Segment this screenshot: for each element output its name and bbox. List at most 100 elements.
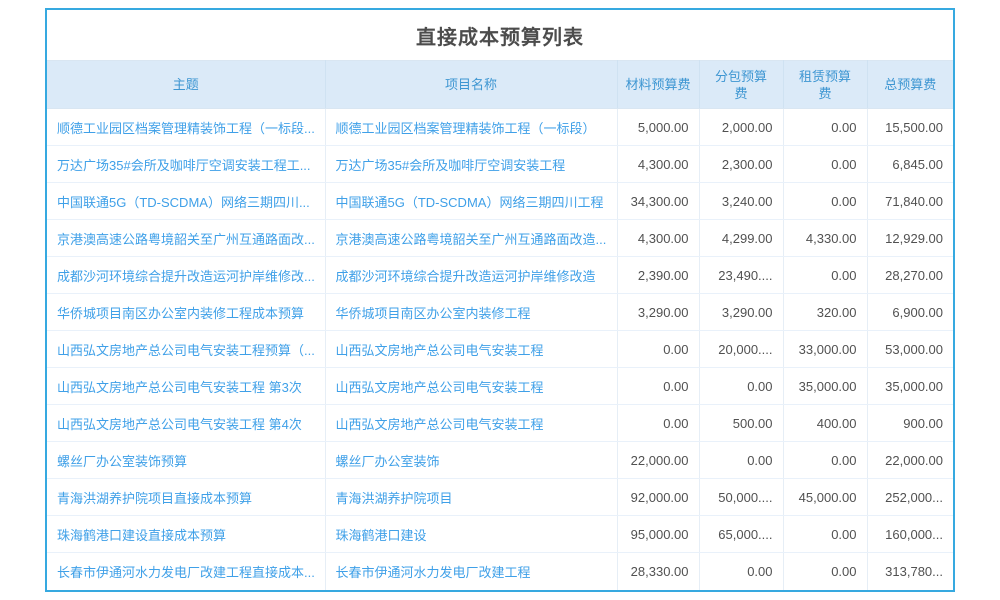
subject-cell[interactable]: 山西弘文房地产总公司电气安装工程预算（... xyxy=(47,331,325,368)
subject-cell[interactable]: 珠海鹤港口建设直接成本预算 xyxy=(47,516,325,553)
project-cell[interactable]: 顺德工业园区档案管理精装饰工程（一标段） xyxy=(325,109,617,146)
material-cell: 34,300.00 xyxy=(617,183,699,220)
project-cell[interactable]: 长春市伊通河水力发电厂改建工程 xyxy=(325,553,617,590)
total-cell: 160,000... xyxy=(867,516,953,553)
project-cell[interactable]: 成都沙河环境综合提升改造运河护岸维修改造 xyxy=(325,257,617,294)
subject-cell[interactable]: 顺德工业园区档案管理精装饰工程（一标段... xyxy=(47,109,325,146)
total-cell: 6,900.00 xyxy=(867,294,953,331)
title-bar: 直接成本预算列表 xyxy=(47,10,953,60)
table-row: 成都沙河环境综合提升改造运河护岸维修改...成都沙河环境综合提升改造运河护岸维修… xyxy=(47,257,953,294)
project-cell[interactable]: 中国联通5G（TD-SCDMA）网络三期四川工程 xyxy=(325,183,617,220)
subcontract-cell: 0.00 xyxy=(699,553,783,590)
material-cell: 0.00 xyxy=(617,405,699,442)
total-cell: 71,840.00 xyxy=(867,183,953,220)
column-header-lease: 租赁预算 费 xyxy=(783,61,867,109)
table-row: 珠海鹤港口建设直接成本预算珠海鹤港口建设95,000.0065,000....0… xyxy=(47,516,953,553)
total-cell: 313,780... xyxy=(867,553,953,590)
column-header-subject: 主题 xyxy=(47,61,325,109)
material-cell: 4,300.00 xyxy=(617,220,699,257)
material-cell: 22,000.00 xyxy=(617,442,699,479)
total-cell: 12,929.00 xyxy=(867,220,953,257)
subcontract-cell: 2,300.00 xyxy=(699,146,783,183)
lease-cell: 400.00 xyxy=(783,405,867,442)
table-row: 顺德工业园区档案管理精装饰工程（一标段...顺德工业园区档案管理精装饰工程（一标… xyxy=(47,109,953,146)
material-cell: 92,000.00 xyxy=(617,479,699,516)
table-row: 山西弘文房地产总公司电气安装工程 第4次山西弘文房地产总公司电气安装工程0.00… xyxy=(47,405,953,442)
project-cell[interactable]: 珠海鹤港口建设 xyxy=(325,516,617,553)
subcontract-cell: 2,000.00 xyxy=(699,109,783,146)
table-row: 山西弘文房地产总公司电气安装工程 第3次山西弘文房地产总公司电气安装工程0.00… xyxy=(47,368,953,405)
subject-cell[interactable]: 万达广场35#会所及咖啡厅空调安装工程工... xyxy=(47,146,325,183)
subject-cell[interactable]: 成都沙河环境综合提升改造运河护岸维修改... xyxy=(47,257,325,294)
lease-cell: 320.00 xyxy=(783,294,867,331)
subcontract-cell: 23,490.... xyxy=(699,257,783,294)
material-cell: 5,000.00 xyxy=(617,109,699,146)
lease-cell: 4,330.00 xyxy=(783,220,867,257)
lease-cell: 0.00 xyxy=(783,146,867,183)
subject-cell[interactable]: 华侨城项目南区办公室内装修工程成本预算 xyxy=(47,294,325,331)
lease-cell: 0.00 xyxy=(783,183,867,220)
lease-cell: 0.00 xyxy=(783,109,867,146)
material-cell: 3,290.00 xyxy=(617,294,699,331)
lease-cell: 35,000.00 xyxy=(783,368,867,405)
lease-cell: 0.00 xyxy=(783,553,867,590)
column-header-subcontract: 分包预算 费 xyxy=(699,61,783,109)
table-header: 主题项目名称材料预算费分包预算 费租赁预算 费总预算费 xyxy=(47,61,953,109)
subcontract-cell: 4,299.00 xyxy=(699,220,783,257)
table-row: 中国联通5G（TD-SCDMA）网络三期四川...中国联通5G（TD-SCDMA… xyxy=(47,183,953,220)
column-header-total: 总预算费 xyxy=(867,61,953,109)
material-cell: 28,330.00 xyxy=(617,553,699,590)
subcontract-cell: 65,000.... xyxy=(699,516,783,553)
project-cell[interactable]: 山西弘文房地产总公司电气安装工程 xyxy=(325,405,617,442)
subject-cell[interactable]: 山西弘文房地产总公司电气安装工程 第3次 xyxy=(47,368,325,405)
project-cell[interactable]: 青海洪湖养护院项目 xyxy=(325,479,617,516)
subject-cell[interactable]: 山西弘文房地产总公司电气安装工程 第4次 xyxy=(47,405,325,442)
material-cell: 0.00 xyxy=(617,368,699,405)
budget-list-panel: 直接成本预算列表 主题项目名称材料预算费分包预算 费租赁预算 费总预算费 顺德工… xyxy=(45,8,955,592)
total-cell: 252,000... xyxy=(867,479,953,516)
table-row: 万达广场35#会所及咖啡厅空调安装工程工...万达广场35#会所及咖啡厅空调安装… xyxy=(47,146,953,183)
lease-cell: 45,000.00 xyxy=(783,479,867,516)
total-cell: 22,000.00 xyxy=(867,442,953,479)
total-cell: 15,500.00 xyxy=(867,109,953,146)
page-title: 直接成本预算列表 xyxy=(416,21,584,50)
total-cell: 900.00 xyxy=(867,405,953,442)
subject-cell[interactable]: 京港澳高速公路粤境韶关至广州互通路面改... xyxy=(47,220,325,257)
project-cell[interactable]: 山西弘文房地产总公司电气安装工程 xyxy=(325,331,617,368)
column-header-material: 材料预算费 xyxy=(617,61,699,109)
material-cell: 2,390.00 xyxy=(617,257,699,294)
total-cell: 35,000.00 xyxy=(867,368,953,405)
project-cell[interactable]: 万达广场35#会所及咖啡厅空调安装工程 xyxy=(325,146,617,183)
lease-cell: 0.00 xyxy=(783,442,867,479)
project-cell[interactable]: 螺丝厂办公室装饰 xyxy=(325,442,617,479)
subcontract-cell: 50,000.... xyxy=(699,479,783,516)
table-body: 顺德工业园区档案管理精装饰工程（一标段...顺德工业园区档案管理精装饰工程（一标… xyxy=(47,109,953,590)
budget-table: 主题项目名称材料预算费分包预算 费租赁预算 费总预算费 顺德工业园区档案管理精装… xyxy=(47,60,953,590)
table-row: 螺丝厂办公室装饰预算螺丝厂办公室装饰22,000.000.000.0022,00… xyxy=(47,442,953,479)
project-cell[interactable]: 山西弘文房地产总公司电气安装工程 xyxy=(325,368,617,405)
subcontract-cell: 0.00 xyxy=(699,442,783,479)
subject-cell[interactable]: 青海洪湖养护院项目直接成本预算 xyxy=(47,479,325,516)
subcontract-cell: 0.00 xyxy=(699,368,783,405)
project-cell[interactable]: 京港澳高速公路粤境韶关至广州互通路面改造... xyxy=(325,220,617,257)
subcontract-cell: 3,240.00 xyxy=(699,183,783,220)
table-header-row: 主题项目名称材料预算费分包预算 费租赁预算 费总预算费 xyxy=(47,61,953,109)
lease-cell: 33,000.00 xyxy=(783,331,867,368)
table-row: 长春市伊通河水力发电厂改建工程直接成本...长春市伊通河水力发电厂改建工程28,… xyxy=(47,553,953,590)
table-row: 华侨城项目南区办公室内装修工程成本预算华侨城项目南区办公室内装修工程3,290.… xyxy=(47,294,953,331)
project-cell[interactable]: 华侨城项目南区办公室内装修工程 xyxy=(325,294,617,331)
table-row: 京港澳高速公路粤境韶关至广州互通路面改...京港澳高速公路粤境韶关至广州互通路面… xyxy=(47,220,953,257)
total-cell: 28,270.00 xyxy=(867,257,953,294)
material-cell: 95,000.00 xyxy=(617,516,699,553)
subject-cell[interactable]: 长春市伊通河水力发电厂改建工程直接成本... xyxy=(47,553,325,590)
lease-cell: 0.00 xyxy=(783,516,867,553)
material-cell: 0.00 xyxy=(617,331,699,368)
column-header-project: 项目名称 xyxy=(325,61,617,109)
subject-cell[interactable]: 中国联通5G（TD-SCDMA）网络三期四川... xyxy=(47,183,325,220)
total-cell: 6,845.00 xyxy=(867,146,953,183)
subject-cell[interactable]: 螺丝厂办公室装饰预算 xyxy=(47,442,325,479)
material-cell: 4,300.00 xyxy=(617,146,699,183)
lease-cell: 0.00 xyxy=(783,257,867,294)
subcontract-cell: 500.00 xyxy=(699,405,783,442)
subcontract-cell: 3,290.00 xyxy=(699,294,783,331)
